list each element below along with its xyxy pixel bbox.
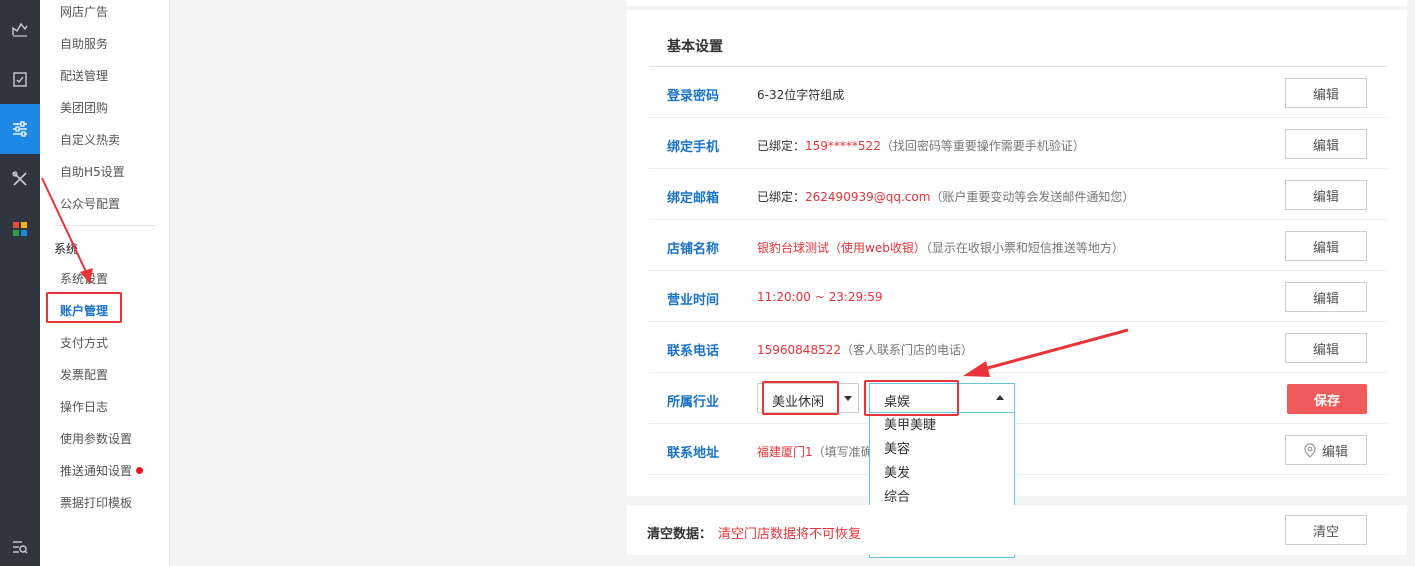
apps-grid-icon[interactable] <box>0 204 40 254</box>
row-business-hours: 营业时间 11:20:00 ~ 23:29:59 编辑 <box>649 271 1387 322</box>
address-note: （填写准确 <box>812 445 873 459</box>
menu-item-receipt-template[interactable]: 票据打印模板 <box>60 494 132 511</box>
menu-item-ads[interactable]: 网店广告 <box>60 3 108 20</box>
menu-item-official-account[interactable]: 公众号配置 <box>60 195 120 212</box>
row-phone: 绑定手机 已绑定：159*****522（找回密码等重要操作需要手机验证） 编辑 <box>649 118 1387 169</box>
row-label: 所属行业 <box>667 395 720 410</box>
edit-password-button[interactable]: 编辑 <box>1285 78 1367 108</box>
bound-prefix: 已绑定： <box>757 190 806 204</box>
sliders-icon[interactable] <box>0 104 40 154</box>
row-label: 登录密码 <box>667 89 720 104</box>
row-store-name: 店铺名称 银豹台球测试（使用web收银）（显示在收银小票和短信推送等地方） 编辑 <box>649 220 1387 271</box>
dropdown-option[interactable]: 美发 <box>870 462 1014 486</box>
email-value: 262490939@qq.com <box>805 190 931 204</box>
edit-email-button[interactable]: 编辑 <box>1285 180 1367 210</box>
icon-rail <box>0 0 40 566</box>
side-menu: 网店广告 自助服务 配送管理 美团团购 自定义热卖 自助H5设置 公众号配置 系… <box>40 0 170 566</box>
row-value: 11:20:00 ~ 23:29:59 <box>757 290 882 304</box>
clipboard-check-icon[interactable] <box>0 54 40 104</box>
menu-item-invoice[interactable]: 发票配置 <box>60 366 108 383</box>
phone-value: 159*****522 <box>805 139 881 153</box>
search-list-icon[interactable] <box>0 522 40 566</box>
store-name-value: 银豹台球测试（使用web收银） <box>757 241 926 255</box>
business-hours-value: 11:20:00 ~ 23:29:59 <box>757 290 883 304</box>
row-value: 福建厦门1（填写准确 <box>757 443 873 460</box>
edit-contact-phone-button[interactable]: 编辑 <box>1285 333 1367 363</box>
row-label: 联系地址 <box>667 446 720 461</box>
bound-prefix: 已绑定： <box>757 139 806 153</box>
edit-store-name-button[interactable]: 编辑 <box>1285 231 1367 261</box>
menu-item-push[interactable]: 推送通知设置 <box>60 462 144 479</box>
contact-phone-note: （客人联系门店的电话） <box>840 343 973 357</box>
clear-data-warning: 清空门店数据将不可恢复 <box>718 527 862 542</box>
edit-phone-button[interactable]: 编辑 <box>1285 129 1367 159</box>
row-label: 店铺名称 <box>667 242 720 257</box>
row-value: 已绑定：159*****522（找回密码等重要操作需要手机验证） <box>757 137 1085 154</box>
row-value: 6-32位字符组成 <box>757 88 845 102</box>
clear-button[interactable]: 清空 <box>1285 515 1367 545</box>
row-label: 绑定邮箱 <box>667 191 720 206</box>
clear-data-label: 清空数据： <box>647 527 713 542</box>
row-address: 联系地址 福建厦门1（填写准确 编辑 <box>649 424 1387 475</box>
edit-address-label: 编辑 <box>1321 444 1348 460</box>
highlight-box-subcategory <box>864 380 959 416</box>
menu-group-system: 系统 <box>54 242 79 256</box>
menu-item-delivery[interactable]: 配送管理 <box>60 67 108 84</box>
menu-item-payment[interactable]: 支付方式 <box>60 334 108 351</box>
edit-business-hours-button[interactable]: 编辑 <box>1285 282 1367 312</box>
phone-note: （找回密码等重要操作需要手机验证） <box>880 139 1085 153</box>
store-name-note: （显示在收银小票和短信推送等地方） <box>925 241 1124 255</box>
edit-address-button[interactable]: 编辑 <box>1285 435 1367 465</box>
highlight-box-account <box>46 292 122 323</box>
row-email: 绑定邮箱 已绑定：262490939@qq.com（账户重要变动等会发送邮件通知… <box>649 169 1387 220</box>
menu-item-params[interactable]: 使用参数设置 <box>60 430 132 447</box>
row-value: 银豹台球测试（使用web收银）（显示在收银小票和短信推送等地方） <box>757 239 1124 256</box>
caret-up-icon <box>996 395 1004 400</box>
menu-divider <box>54 225 155 226</box>
row-value: 15960848522（客人联系门店的电话） <box>757 341 973 358</box>
clear-data-panel: 清空数据： 清空门店数据将不可恢复 清空 <box>627 505 1407 555</box>
row-label: 营业时间 <box>667 293 720 308</box>
caret-down-icon <box>844 396 852 401</box>
menu-item-operation-log[interactable]: 操作日志 <box>60 398 108 415</box>
basic-settings-panel: 基本设置 登录密码 6-32位字符组成 编辑 绑定手机 已绑定：159*****… <box>627 10 1407 496</box>
row-label: 联系电话 <box>667 344 720 359</box>
contact-phone-value: 15960848522 <box>757 343 841 357</box>
notification-dot <box>136 467 144 474</box>
highlight-box-category <box>762 381 839 415</box>
email-note: （账户重要变动等会发送邮件通知您） <box>930 190 1135 204</box>
chart-line-icon[interactable] <box>0 4 40 54</box>
row-password: 登录密码 6-32位字符组成 编辑 <box>649 67 1387 118</box>
menu-item-h5-settings[interactable]: 自助H5设置 <box>60 163 125 180</box>
menu-item-meituan[interactable]: 美团团购 <box>60 99 108 116</box>
menu-item-push-label: 推送通知设置 <box>60 464 133 478</box>
section-title: 基本设置 <box>667 39 723 55</box>
menu-item-custom-hot[interactable]: 自定义热卖 <box>60 131 120 148</box>
dropdown-option[interactable]: 美容 <box>870 438 1014 462</box>
tools-icon[interactable] <box>0 154 40 204</box>
dropdown-option[interactable]: 美甲美睫 <box>870 414 1014 438</box>
save-button[interactable]: 保存 <box>1287 384 1367 414</box>
panel-top-strip <box>627 0 1407 6</box>
row-industry: 所属行业 美业休闲 桌娱 保存 <box>649 373 1387 424</box>
row-value: 已绑定：262490939@qq.com（账户重要变动等会发送邮件通知您） <box>757 188 1134 205</box>
location-pin-icon <box>1304 442 1316 458</box>
row-contact-phone: 联系电话 15960848522（客人联系门店的电话） 编辑 <box>649 322 1387 373</box>
menu-item-self-service[interactable]: 自助服务 <box>60 35 108 52</box>
menu-item-system-settings[interactable]: 系统设置 <box>60 270 108 287</box>
address-value: 福建厦门1 <box>757 445 813 459</box>
row-label: 绑定手机 <box>667 140 720 155</box>
